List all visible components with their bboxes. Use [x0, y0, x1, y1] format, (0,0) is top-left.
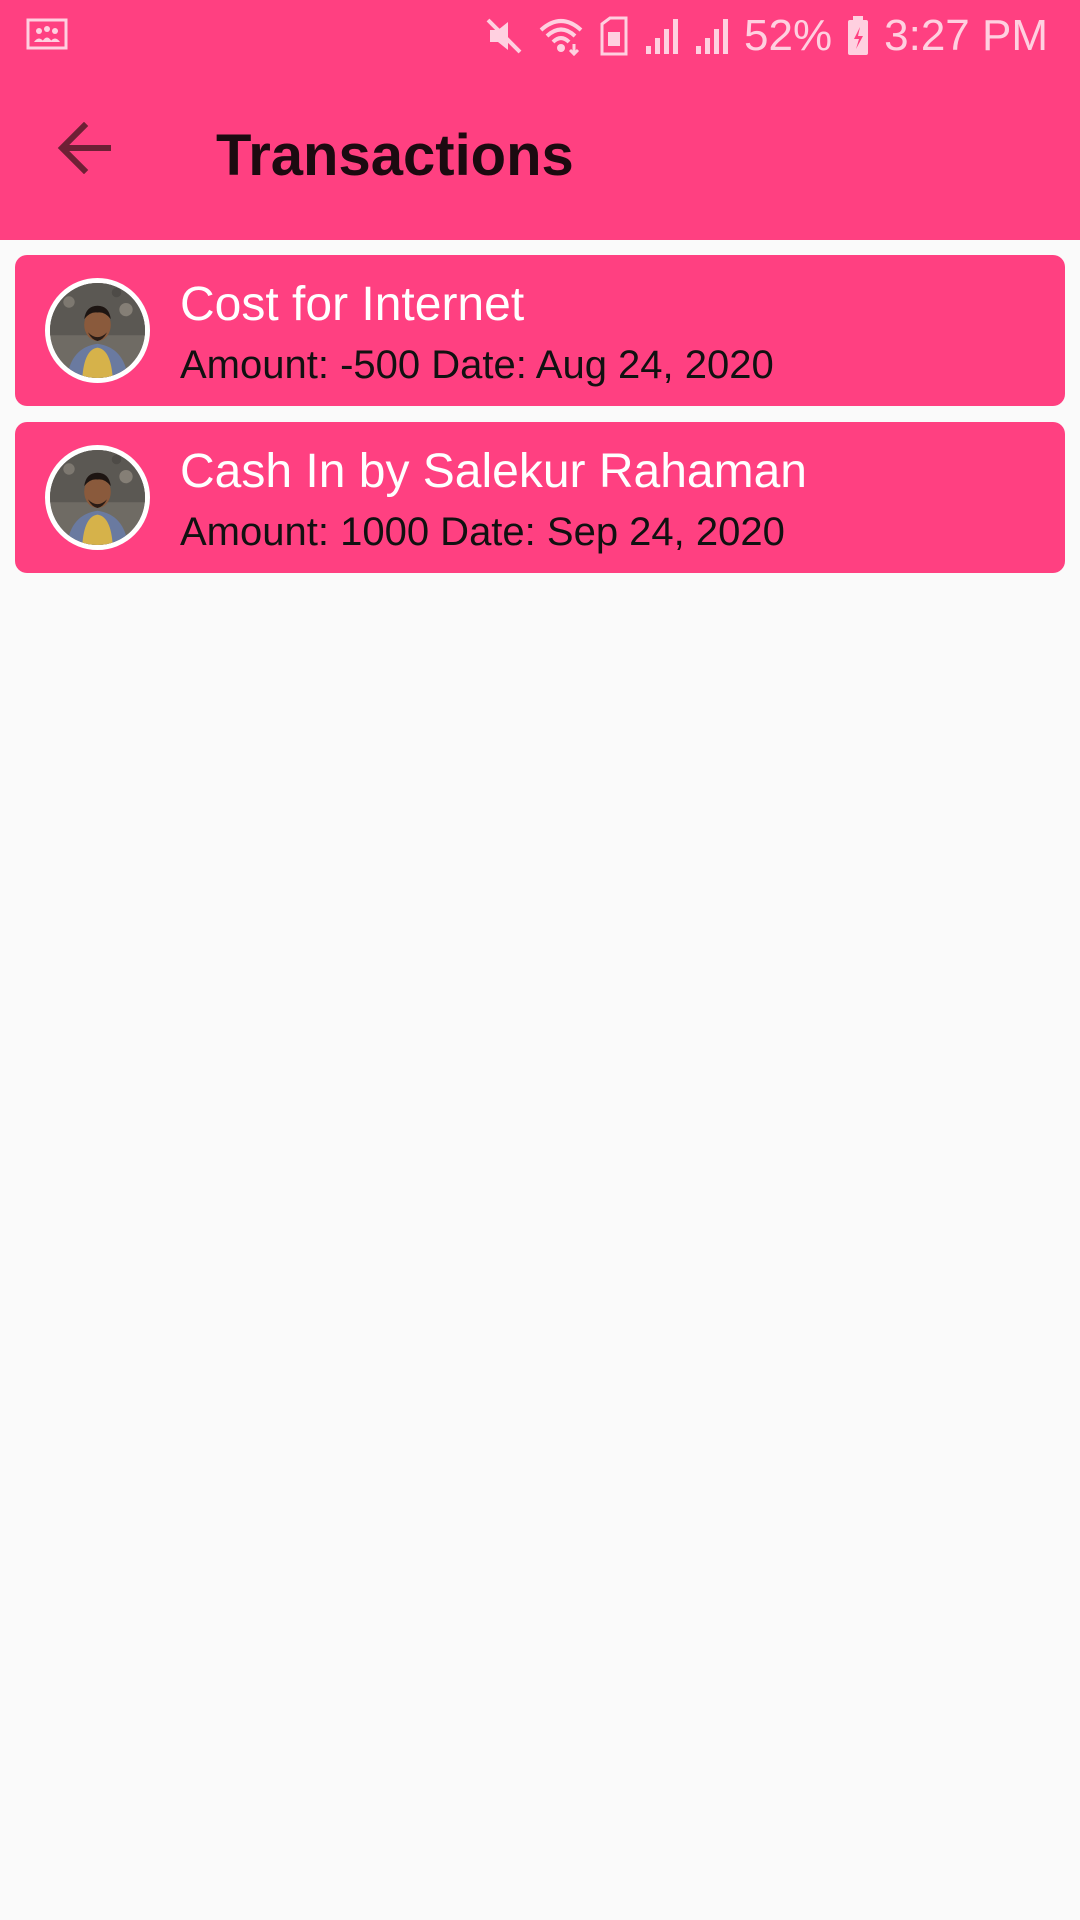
- signal-1-icon: [644, 16, 680, 56]
- signal-2-icon: [694, 16, 730, 56]
- app-bar: Transactions: [0, 72, 1080, 240]
- transaction-details: Amount: -500 Date: Aug 24, 2020: [180, 343, 774, 387]
- page-title: Transactions: [216, 123, 574, 188]
- transaction-card[interactable]: Cash In by Salekur Rahaman Amount: 1000 …: [15, 422, 1065, 573]
- mute-icon: [484, 16, 524, 56]
- battery-percent: 52%: [744, 11, 833, 60]
- status-bar: 52% 3:27 PM: [0, 0, 1080, 72]
- transaction-title: Cash In by Salekur Rahaman: [180, 445, 807, 498]
- transaction-title: Cost for Internet: [180, 278, 525, 331]
- back-button[interactable]: [36, 110, 132, 190]
- transaction-card[interactable]: Cost for Internet Amount: -500 Date: Aug…: [15, 255, 1065, 406]
- sim-icon: [598, 16, 630, 56]
- transaction-list: Cost for Internet Amount: -500 Date: Aug…: [15, 255, 1065, 589]
- avatar: [45, 445, 150, 550]
- clock: 3:27 PM: [884, 11, 1048, 60]
- battery-charging-icon: [846, 15, 870, 57]
- gallery-notification-icon: [26, 18, 68, 52]
- transaction-details: Amount: 1000 Date: Sep 24, 2020: [180, 510, 785, 554]
- avatar: [45, 278, 150, 383]
- arrow-back-icon: [56, 121, 112, 179]
- wifi-icon: [538, 16, 584, 56]
